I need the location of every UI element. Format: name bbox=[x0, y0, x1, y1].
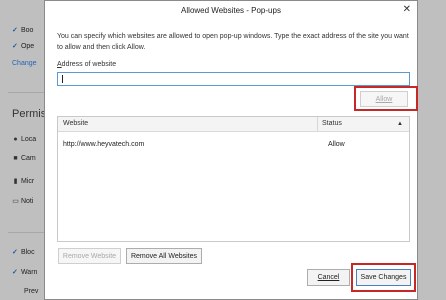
location-icon: ● bbox=[13, 136, 18, 143]
column-separator bbox=[317, 117, 318, 131]
location-row: ● Loca bbox=[12, 136, 36, 143]
notifications-icon: ▭ bbox=[12, 198, 19, 205]
remove-website-button[interactable]: Remove Website bbox=[58, 248, 121, 264]
block-row: ✓ Bloc bbox=[12, 248, 35, 256]
bg-perm-label: Loca bbox=[20, 136, 37, 143]
open-row: ✓ Ope bbox=[12, 42, 34, 50]
microphone-row: ▮ Micr bbox=[12, 177, 35, 185]
column-header-status[interactable]: Status bbox=[322, 117, 342, 131]
close-icon[interactable]: ✕ bbox=[403, 4, 411, 15]
websites-table[interactable]: Website Status ▲ http://www.heyvatech.co… bbox=[57, 116, 410, 242]
bg-row-label: Ope bbox=[20, 43, 35, 50]
remove-website-label: Remove Website bbox=[62, 252, 117, 260]
bg-perm-label: Noti bbox=[20, 198, 34, 205]
allow-button[interactable]: Allow bbox=[360, 91, 408, 107]
camera-row: ■ Cam bbox=[12, 155, 36, 162]
bg-divider bbox=[8, 232, 46, 233]
change-link: Change bbox=[12, 60, 37, 67]
sort-ascending-icon[interactable]: ▲ bbox=[397, 117, 403, 131]
cancel-label: Cancel bbox=[317, 274, 340, 281]
website-cell: http://www.heyvatech.com bbox=[63, 141, 145, 148]
table-row[interactable]: http://www.heyvatech.com Allow bbox=[58, 138, 409, 152]
microphone-icon: ▮ bbox=[13, 178, 18, 185]
dialog-title: Allowed Websites - Pop-ups bbox=[181, 5, 281, 15]
save-changes-button[interactable]: Save Changes bbox=[356, 269, 411, 286]
bg-row-label: Warn bbox=[20, 269, 38, 276]
checkmark-icon: ✓ bbox=[12, 269, 18, 276]
notifications-row: ▭ Noti bbox=[12, 197, 33, 205]
bg-divider bbox=[8, 92, 46, 93]
allow-button-label: Allow bbox=[375, 95, 393, 103]
address-label-text: ddress of website bbox=[61, 61, 117, 68]
save-changes-label: Save Changes bbox=[360, 274, 407, 281]
remove-all-label: Remove All Websites bbox=[130, 252, 197, 260]
remove-all-websites-button[interactable]: Remove All Websites bbox=[126, 248, 202, 264]
column-header-website[interactable]: Website bbox=[63, 117, 88, 131]
text-caret bbox=[62, 75, 63, 83]
address-label: Address of website bbox=[57, 61, 116, 68]
warn-row: ✓ Warn bbox=[12, 268, 37, 276]
prev-row: Prev bbox=[24, 288, 39, 295]
checkmark-icon: ✓ bbox=[12, 43, 18, 50]
bg-row-label: Boo bbox=[20, 27, 34, 34]
status-cell: Allow bbox=[328, 141, 345, 148]
bg-row-label: Bloc bbox=[20, 249, 35, 256]
allowed-websites-dialog: Allowed Websites - Pop-ups ✕ You can spe… bbox=[44, 0, 418, 300]
camera-icon: ■ bbox=[13, 155, 18, 162]
bg-perm-label: Cam bbox=[20, 155, 36, 162]
cancel-button[interactable]: Cancel bbox=[307, 269, 350, 286]
table-header: Website Status ▲ bbox=[58, 117, 409, 132]
checkmark-icon: ✓ bbox=[12, 27, 18, 34]
permissions-heading: Permis bbox=[12, 108, 47, 120]
dialog-description: You can specify which websites are allow… bbox=[57, 33, 409, 51]
checkmark-icon: ✓ bbox=[12, 249, 18, 256]
dialog-titlebar: Allowed Websites - Pop-ups bbox=[45, 1, 417, 19]
address-input[interactable] bbox=[57, 72, 410, 86]
bg-perm-label: Micr bbox=[20, 178, 35, 185]
block-popups-row: ✓ Boo bbox=[12, 26, 33, 34]
